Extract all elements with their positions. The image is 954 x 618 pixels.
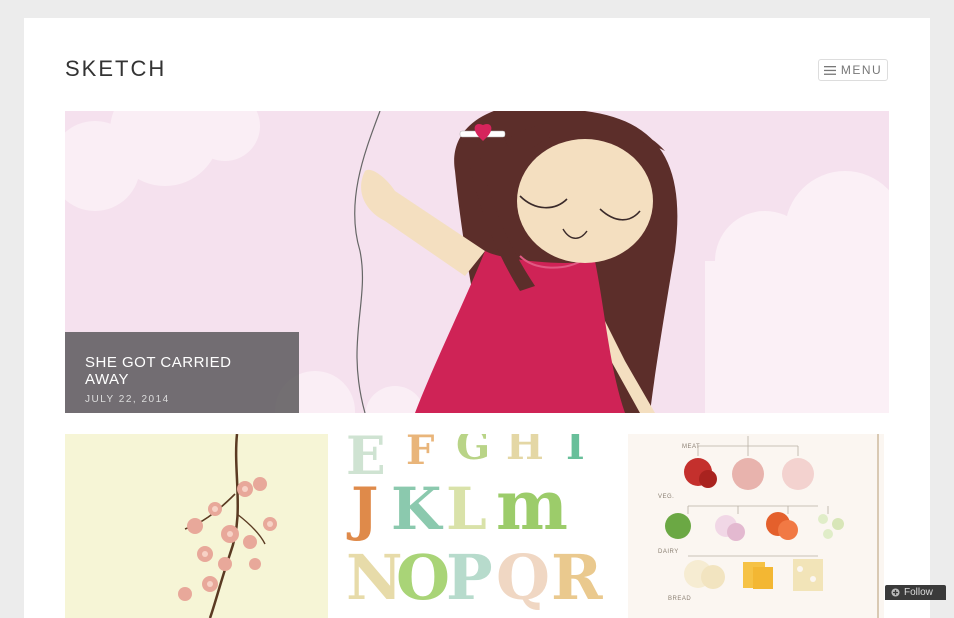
svg-text:G: G bbox=[456, 434, 490, 469]
food-chart-illustration bbox=[628, 434, 884, 618]
featured-post-image[interactable]: SHE GOT CARRIED AWAY JULY 22, 2014 bbox=[65, 111, 889, 413]
food-label-dairy: DAIRY bbox=[658, 549, 679, 555]
svg-text:L: L bbox=[446, 475, 487, 543]
post-thumbnail-cherry-blossom[interactable] bbox=[65, 434, 328, 618]
follow-button[interactable]: Follow bbox=[885, 585, 946, 600]
food-label-meat: MEAT bbox=[682, 444, 701, 450]
svg-text:H: H bbox=[506, 434, 544, 469]
food-label-veg: VEG. bbox=[658, 494, 675, 500]
food-label-bread: BREAD bbox=[668, 596, 692, 602]
svg-text:I: I bbox=[566, 434, 585, 469]
featured-post-title[interactable]: SHE GOT CARRIED AWAY bbox=[85, 354, 279, 388]
svg-text:Q: Q bbox=[496, 541, 550, 614]
menu-label: MENU bbox=[840, 63, 883, 77]
svg-text:K: K bbox=[391, 475, 444, 543]
plus-circle-icon bbox=[891, 588, 900, 597]
svg-text:F: F bbox=[406, 434, 434, 474]
hamburger-icon bbox=[823, 65, 836, 75]
alphabet-typography-illustration: E F G H I J K L m N O P Q R bbox=[346, 434, 609, 618]
post-thumbnail-food-chart[interactable]: MEAT VEG. DAIRY BREAD bbox=[628, 434, 884, 618]
cherry-blossom-illustration bbox=[65, 434, 328, 618]
svg-text:J: J bbox=[346, 475, 378, 543]
svg-text:R: R bbox=[551, 541, 603, 614]
follow-label: Follow bbox=[904, 587, 933, 598]
post-thumbnail-alphabet[interactable]: E F G H I J K L m N O P Q R bbox=[346, 434, 609, 618]
svg-text:m: m bbox=[496, 466, 568, 546]
svg-text:N: N bbox=[346, 541, 403, 614]
page-container: SKETCH MENU SHE GOT CARRIED AWAY JULY 22… bbox=[24, 18, 930, 618]
featured-post-caption[interactable]: SHE GOT CARRIED AWAY JULY 22, 2014 bbox=[65, 332, 299, 413]
site-title[interactable]: SKETCH bbox=[65, 56, 166, 82]
svg-text:P: P bbox=[446, 541, 493, 614]
menu-button[interactable]: MENU bbox=[818, 59, 888, 81]
svg-text:O: O bbox=[396, 541, 450, 614]
featured-post-date: JULY 22, 2014 bbox=[85, 394, 170, 405]
